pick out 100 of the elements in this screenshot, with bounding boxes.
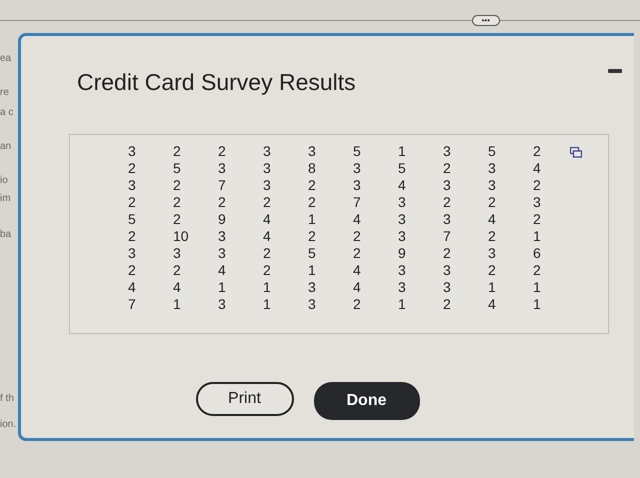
table-cell-text: 5 bbox=[307, 245, 317, 262]
table-cell-text: 3 bbox=[397, 211, 407, 228]
table-cell-text: 3 bbox=[442, 262, 452, 279]
table-cell-text: 3 bbox=[217, 245, 227, 262]
table-cell-text: 3 bbox=[217, 160, 227, 177]
table-cell-text: 2 bbox=[307, 228, 317, 245]
table-cell-text: 3 bbox=[397, 262, 407, 279]
page-text: re bbox=[0, 87, 9, 98]
table-cell-text: 5 bbox=[397, 160, 407, 177]
more-button[interactable]: ••• bbox=[472, 15, 500, 26]
table-cell-text: 7 bbox=[127, 296, 137, 313]
table-cell-text: 2 bbox=[172, 211, 182, 228]
table-cell-text: 2 bbox=[352, 228, 362, 245]
table-cell-text: 3 bbox=[442, 143, 452, 160]
table-cell-text: 2 bbox=[262, 245, 272, 262]
table-cell-text: 3 bbox=[487, 160, 497, 177]
page-text: io bbox=[0, 175, 8, 186]
table-cell-text: 3 bbox=[397, 194, 407, 211]
table-cell-text: 7 bbox=[442, 228, 452, 245]
page-text: an bbox=[0, 141, 12, 152]
table-cell-text: 4 bbox=[262, 228, 272, 245]
table-cell-text: 2 bbox=[127, 228, 137, 245]
table-cell-text: 4 bbox=[217, 262, 227, 279]
table-cell-text: 3 bbox=[397, 279, 407, 296]
table-cell-text: 2 bbox=[442, 160, 452, 177]
page-text: ba bbox=[0, 229, 12, 240]
table-cell-text: 2 bbox=[172, 143, 182, 160]
table-cell-text: 3 bbox=[442, 279, 452, 296]
table-cell-text: 7 bbox=[352, 194, 362, 211]
table-cell-text: 4 bbox=[172, 279, 182, 296]
table-cell-text: 2 bbox=[127, 160, 137, 177]
table-cell-text: 3 bbox=[352, 177, 362, 194]
table-cell-text: 3 bbox=[127, 177, 137, 194]
table-cell-text: 2 bbox=[487, 194, 497, 211]
table-cell-text: 3 bbox=[532, 194, 542, 211]
table-cell-text: 3 bbox=[442, 177, 452, 194]
table-cell-text: 3 bbox=[262, 160, 272, 177]
table-cell-text: 5 bbox=[352, 143, 362, 160]
page-text: ea bbox=[0, 53, 12, 64]
table-cell-text: 7 bbox=[217, 177, 227, 194]
table-cell-text: 3 bbox=[127, 143, 137, 160]
table-cell-text: 2 bbox=[442, 245, 452, 262]
table-cell-text: 2 bbox=[532, 143, 542, 160]
popout-icon[interactable] bbox=[570, 147, 582, 158]
print-button[interactable]: Print bbox=[196, 382, 294, 416]
table-cell-text: 1 bbox=[397, 296, 407, 313]
table-cell-text: 2 bbox=[442, 296, 452, 313]
table-cell-text: 6 bbox=[532, 245, 542, 262]
table-cell-text: 2 bbox=[217, 194, 227, 211]
table-cell-text: 3 bbox=[217, 296, 227, 313]
table-cell-text: 2 bbox=[127, 262, 137, 279]
table-cell-text: 1 bbox=[262, 296, 272, 313]
table-cell-text: 1 bbox=[307, 211, 317, 228]
table-cell-text: 2 bbox=[217, 143, 227, 160]
table-cell-text: 1 bbox=[532, 296, 542, 313]
table-cell-text: 5 bbox=[172, 160, 182, 177]
table-cell-text: 2 bbox=[307, 177, 317, 194]
table-cell-text: 1 bbox=[172, 296, 182, 313]
table-cell-text: 2 bbox=[532, 211, 542, 228]
table-cell-text: 1 bbox=[262, 279, 272, 296]
page-text: a c bbox=[0, 107, 14, 118]
table-cell-text: 9 bbox=[217, 211, 227, 228]
table-cell-text: 3 bbox=[487, 245, 497, 262]
table-cell-text: 10 bbox=[172, 228, 190, 245]
table-cell-text: 3 bbox=[307, 143, 317, 160]
table-cell-text: 3 bbox=[172, 245, 182, 262]
table-cell-text: 2 bbox=[307, 194, 317, 211]
table-cell-text: 2 bbox=[442, 194, 452, 211]
table-cell-text: 2 bbox=[532, 177, 542, 194]
table-cell-text: 2 bbox=[172, 262, 182, 279]
dialog-title: Credit Card Survey Results bbox=[77, 69, 356, 96]
table-cell-text: 1 bbox=[217, 279, 227, 296]
page-text: im bbox=[0, 193, 11, 204]
table-cell-text: 3 bbox=[307, 279, 317, 296]
table-cell-text: 1 bbox=[532, 228, 542, 245]
table-cell-text: 2 bbox=[262, 194, 272, 211]
table-cell-text: 4 bbox=[352, 262, 362, 279]
table-cell-text: 3 bbox=[127, 245, 137, 262]
table-cell-text: 5 bbox=[487, 143, 497, 160]
table-cell-text: 2 bbox=[352, 245, 362, 262]
page-text: f th bbox=[0, 393, 14, 404]
table-cell-text: 8 bbox=[307, 160, 317, 177]
table-cell-text: 4 bbox=[487, 211, 497, 228]
table-cell-text: 2 bbox=[487, 262, 497, 279]
done-button[interactable]: Done bbox=[314, 382, 420, 420]
table-cell-text: 3 bbox=[307, 296, 317, 313]
table-cell-text: 3 bbox=[487, 177, 497, 194]
table-cell-text: 1 bbox=[487, 279, 497, 296]
table-cell-text: 1 bbox=[532, 279, 542, 296]
table-cell-text: 1 bbox=[307, 262, 317, 279]
table-cell-text: 3 bbox=[262, 177, 272, 194]
table-cell-text: 3 bbox=[397, 228, 407, 245]
table-cell-text: 4 bbox=[352, 279, 362, 296]
table-cell-text: 4 bbox=[127, 279, 137, 296]
table-cell-text: 2 bbox=[127, 194, 137, 211]
table-cell-text: 4 bbox=[262, 211, 272, 228]
table-cell-text: 2 bbox=[487, 228, 497, 245]
table-cell-text: 3 bbox=[217, 228, 227, 245]
table-cell-text: 2 bbox=[352, 296, 362, 313]
table-cell-text: 2 bbox=[172, 194, 182, 211]
